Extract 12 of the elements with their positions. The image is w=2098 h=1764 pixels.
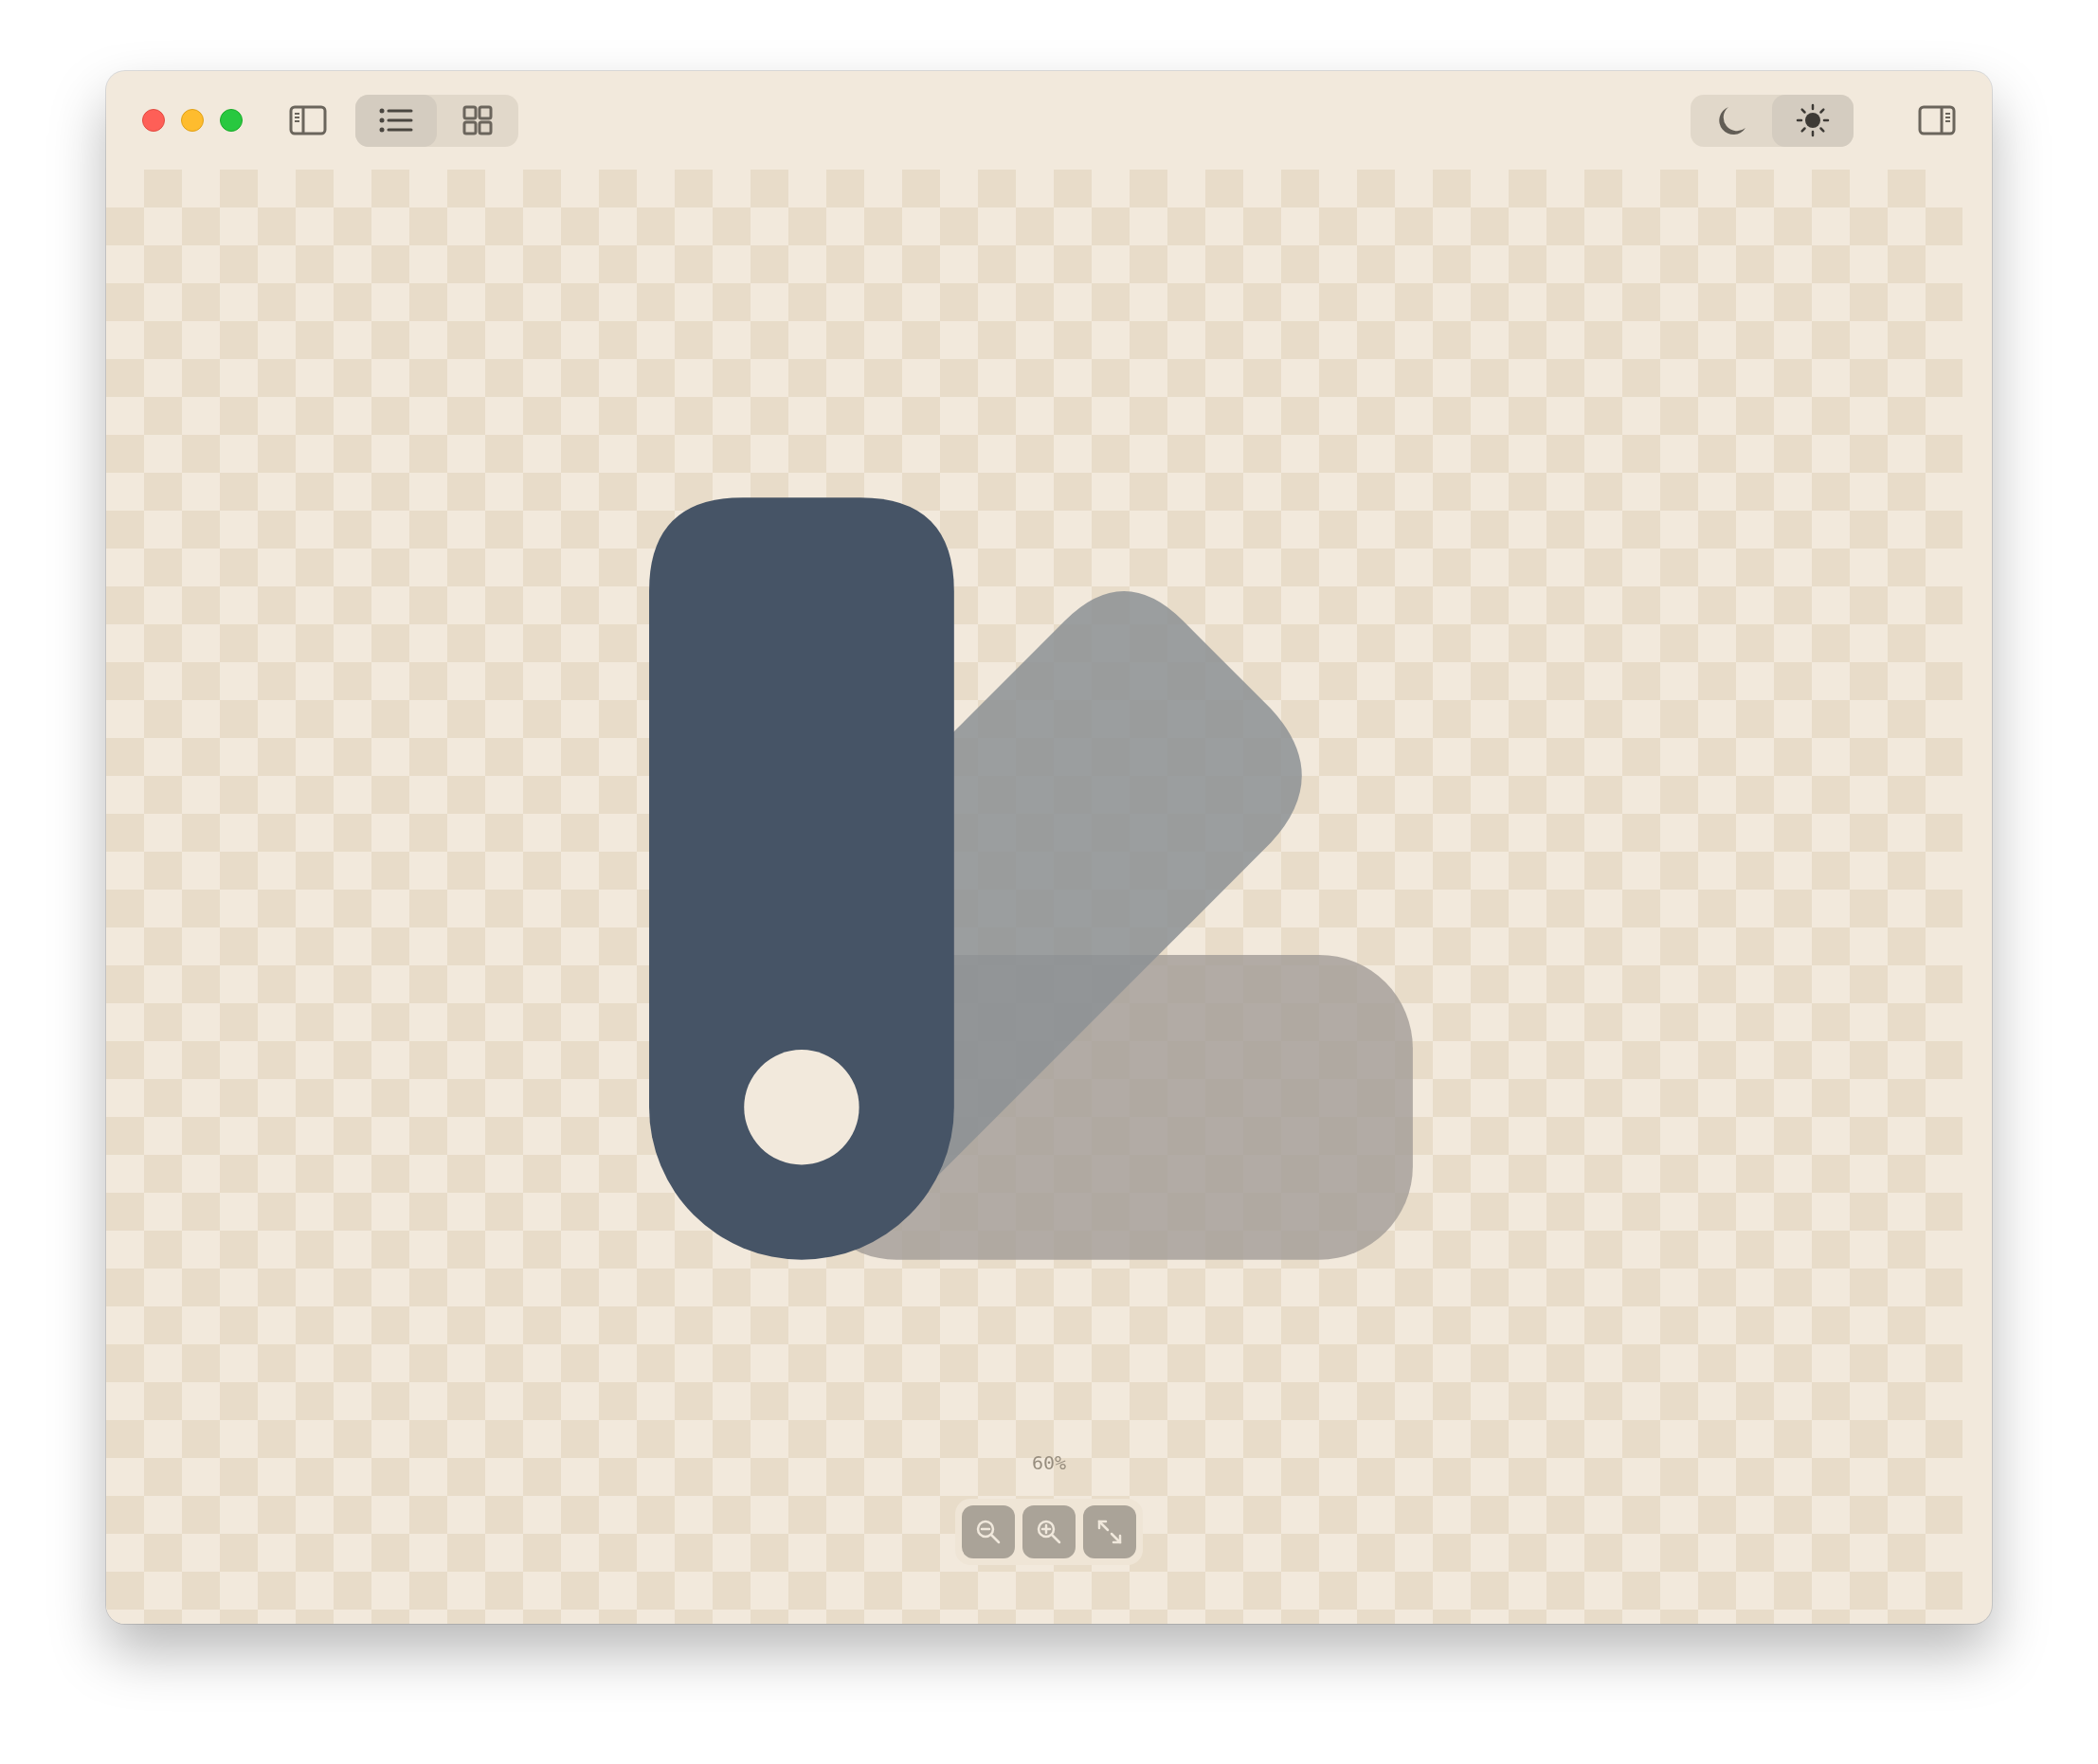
inspector-icon[interactable]: [1918, 105, 1956, 135]
list-view-button[interactable]: [355, 94, 437, 147]
zoom-in-icon: [1036, 1519, 1062, 1545]
zoom-level: 60%: [1031, 1451, 1067, 1474]
sidebar-icon[interactable]: [289, 105, 327, 135]
expand-icon: [1096, 1519, 1123, 1545]
sun-icon: [1796, 103, 1830, 137]
close-button[interactable]: [142, 109, 165, 132]
grid-icon: [462, 105, 493, 135]
list-icon: [379, 107, 413, 134]
zoom-out-icon: [975, 1519, 1002, 1545]
light-mode-button[interactable]: [1772, 94, 1854, 147]
